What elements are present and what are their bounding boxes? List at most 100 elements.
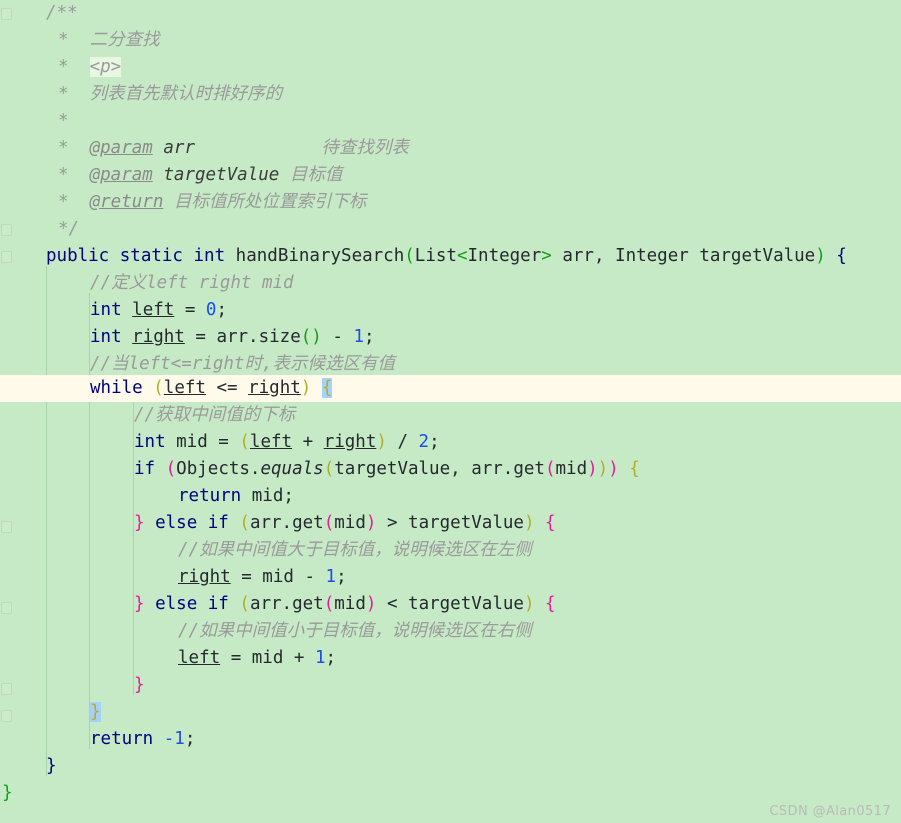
- token-paren-close: ): [587, 459, 598, 479]
- javadoc-open: /**: [46, 3, 78, 23]
- token-else-if: else if: [155, 513, 229, 533]
- code-line[interactable]: //当left<=right时,表示候选区有值: [0, 351, 901, 378]
- code-line[interactable]: * 列表首先默认时排好序的: [0, 81, 901, 108]
- token-var-right: right: [323, 432, 377, 452]
- code-line-signature[interactable]: public static int handBinarySearch(List<…: [0, 243, 901, 270]
- token-while: while: [90, 378, 143, 398]
- code-line[interactable]: left = mid + 1;: [0, 645, 901, 672]
- token-int: int: [134, 432, 166, 452]
- token-paren-close: ): [376, 432, 387, 452]
- token-number-one: 1: [325, 567, 337, 587]
- token-lt: < targetValue: [376, 594, 524, 614]
- code-line[interactable]: }: [0, 672, 901, 699]
- code-editor[interactable]: /** * 二分查找 * <p> * 列表首先默认时排好序的 * * @para…: [0, 0, 901, 823]
- javadoc-asterisk: *: [58, 192, 90, 212]
- token-class-objects: Objects.: [176, 459, 261, 479]
- token-var-left: left: [249, 432, 293, 452]
- token-brace-open: {: [825, 246, 847, 266]
- token-paren-close: ): [815, 246, 826, 266]
- javadoc-paragraph-tag: <p>: [89, 57, 122, 77]
- token-brace-close: }: [134, 513, 145, 533]
- code-line[interactable]: * @param arr 待查找列表: [0, 135, 901, 162]
- code-line[interactable]: //定义left right mid: [0, 270, 901, 297]
- token-paren-open: (: [165, 459, 177, 479]
- token-arg-mid: mid: [334, 594, 366, 614]
- code-line-current[interactable]: while (left <= right) {: [0, 375, 901, 402]
- code-line[interactable]: */: [0, 216, 901, 243]
- token-paren-close: ): [365, 594, 377, 614]
- token-minus: -: [321, 327, 354, 347]
- code-line[interactable]: return mid;: [0, 483, 901, 510]
- token-paren-close: ): [597, 459, 609, 479]
- code-line[interactable]: int left = 0;: [0, 297, 901, 324]
- code-line[interactable]: * @param targetValue 目标值: [0, 162, 901, 189]
- code-line[interactable]: if (Objects.equals(targetValue, arr.get(…: [0, 456, 901, 483]
- token-brace-close-highlighted: }: [90, 702, 101, 722]
- code-line[interactable]: } else if (arr.get(mid) < targetValue) {: [0, 591, 901, 618]
- token-return-type: int: [193, 246, 226, 266]
- javadoc-close: */: [58, 219, 80, 239]
- code-line[interactable]: /**: [0, 0, 901, 27]
- code-line[interactable]: * @return 目标值所处位置索引下标: [0, 189, 901, 216]
- token-semicolon: ;: [216, 300, 228, 320]
- token-brace-open: {: [629, 459, 640, 479]
- token-paren-open: (: [239, 513, 250, 533]
- token-paren-close: ): [365, 513, 377, 533]
- token-number-minus-one: -1: [163, 729, 185, 749]
- token-int: int: [90, 327, 122, 347]
- javadoc-summary: 二分查找: [89, 30, 160, 50]
- code-line[interactable]: *: [0, 108, 901, 135]
- token-modifiers: public static: [46, 246, 183, 266]
- code-line[interactable]: }: [0, 753, 901, 780]
- token-number-zero: 0: [205, 300, 217, 320]
- javadoc-asterisk: *: [58, 84, 90, 104]
- code-line[interactable]: int mid = (left + right) / 2;: [0, 429, 901, 456]
- token-expr: = arr.size: [184, 327, 301, 347]
- token-gt: > targetValue: [376, 513, 524, 533]
- token-var-left: left: [178, 648, 221, 668]
- code-line[interactable]: //如果中间值小于目标值，说明候选区在右侧: [0, 618, 901, 645]
- token-brace-close: }: [134, 675, 145, 695]
- token-brace-open: {: [545, 513, 556, 533]
- code-line[interactable]: }: [0, 699, 901, 726]
- javadoc-spacer: [195, 138, 321, 158]
- token-paren-close: ): [523, 513, 535, 533]
- token-method-equals: equals: [260, 459, 324, 479]
- token-divide: /: [386, 432, 419, 452]
- javadoc-param-desc: 待查找列表: [321, 138, 409, 158]
- javadoc-tag-return: @return: [89, 192, 164, 212]
- javadoc-asterisk: *: [58, 111, 69, 131]
- token-number-one: 1: [314, 648, 326, 668]
- token-plus: +: [292, 432, 324, 452]
- token-semicolon: ;: [184, 729, 196, 749]
- code-line[interactable]: //如果中间值大于目标值，说明候选区在左侧: [0, 537, 901, 564]
- code-line[interactable]: } else if (arr.get(mid) > targetValue) {: [0, 510, 901, 537]
- token-var-right: right: [178, 567, 231, 587]
- code-line[interactable]: }: [0, 780, 901, 807]
- code-line[interactable]: right = mid - 1;: [0, 564, 901, 591]
- javadoc-detail: 列表首先默认时排好序的: [89, 84, 283, 104]
- comment-define-vars: //定义left right mid: [90, 273, 294, 293]
- code-line[interactable]: * <p>: [0, 54, 901, 81]
- token-paren-close: ): [608, 459, 619, 479]
- javadoc-tag-param: @param: [89, 138, 153, 158]
- token-paren-open: (: [544, 459, 556, 479]
- javadoc-return-desc: 目标值所处位置索引下标: [173, 192, 367, 212]
- javadoc-param-name-targetvalue: targetValue: [163, 165, 280, 185]
- code-line[interactable]: //获取中间值的下标: [0, 402, 901, 429]
- token-expr: arr.get: [249, 594, 324, 614]
- code-line[interactable]: return -1;: [0, 726, 901, 753]
- code-line[interactable]: * 二分查找: [0, 27, 901, 54]
- code-line[interactable]: int right = arr.size() - 1;: [0, 324, 901, 351]
